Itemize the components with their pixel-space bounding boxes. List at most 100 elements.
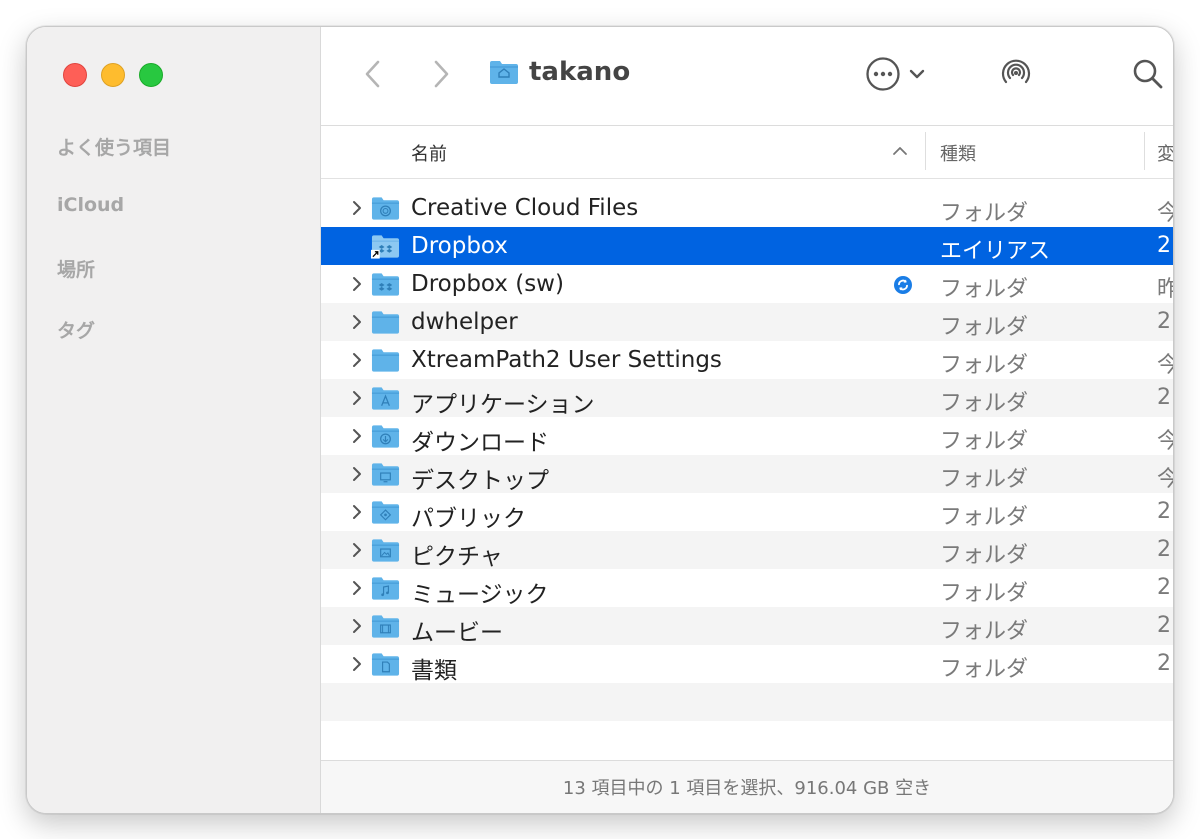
main-pane: takano 名前 種類 変 Creative Cloud Files フォルダ… bbox=[321, 27, 1173, 813]
file-kind: フォルダ bbox=[940, 353, 1029, 378]
file-name: ピクチャ bbox=[411, 544, 503, 570]
chevron-left-icon bbox=[365, 60, 380, 88]
file-row[interactable]: ムービー フォルダ 2 bbox=[321, 607, 1173, 646]
movies-folder-icon bbox=[371, 615, 400, 638]
file-date: 今 bbox=[1157, 347, 1173, 379]
disclosure-chevron-icon[interactable] bbox=[350, 655, 364, 673]
finder-window: よく使う項目 iCloud 場所 タグ takano 名前 種類 変 Creat… bbox=[26, 26, 1174, 814]
file-row[interactable]: dwhelper フォルダ 2 bbox=[321, 303, 1173, 341]
file-name: パブリック bbox=[411, 506, 526, 532]
file-name: XtreamPath2 User Settings bbox=[411, 347, 722, 373]
file-kind: フォルダ bbox=[940, 315, 1029, 340]
ellipsis-circle-icon bbox=[866, 57, 900, 91]
file-kind: フォルダ bbox=[940, 581, 1029, 606]
pictures-folder-icon bbox=[371, 539, 400, 562]
file-row[interactable]: Dropbox エイリアス 2 bbox=[321, 227, 1173, 265]
file-row[interactable]: Dropbox (sw) フォルダ 昨 bbox=[321, 265, 1173, 303]
more-actions-button[interactable] bbox=[859, 55, 933, 93]
dropbox-folder-icon bbox=[371, 273, 400, 296]
file-name: Dropbox (sw) bbox=[411, 271, 564, 297]
back-button[interactable] bbox=[357, 57, 389, 91]
zoom-button[interactable] bbox=[139, 63, 163, 87]
file-kind: フォルダ bbox=[940, 505, 1029, 530]
file-name: Creative Cloud Files bbox=[411, 195, 639, 221]
disclosure-chevron-icon[interactable] bbox=[350, 275, 364, 293]
file-date: 今 bbox=[1157, 195, 1173, 227]
disclosure-chevron-icon[interactable] bbox=[350, 465, 364, 483]
file-name: ミュージック bbox=[411, 582, 549, 608]
file-kind: フォルダ bbox=[940, 467, 1029, 492]
forward-button[interactable] bbox=[425, 57, 457, 91]
disclosure-chevron-icon[interactable] bbox=[350, 199, 364, 217]
close-button[interactable] bbox=[63, 63, 87, 87]
sidebar-section-favorites[interactable]: よく使う項目 bbox=[57, 133, 171, 160]
disclosure-chevron-icon[interactable] bbox=[350, 351, 364, 369]
file-row[interactable]: パブリック フォルダ 2 bbox=[321, 493, 1173, 532]
file-row[interactable]: デスクトップ フォルダ 今 bbox=[321, 455, 1173, 494]
desktop-folder-icon bbox=[371, 463, 400, 486]
file-name: ダウンロード bbox=[411, 430, 549, 456]
airdrop-icon bbox=[1001, 59, 1031, 84]
column-divider[interactable] bbox=[925, 132, 926, 170]
applications-folder-icon bbox=[371, 387, 400, 410]
disclosure-chevron-icon[interactable] bbox=[350, 389, 364, 407]
sync-icon bbox=[894, 276, 912, 294]
search-button[interactable] bbox=[1129, 55, 1167, 93]
sidebar-section-locations[interactable]: 場所 bbox=[57, 255, 95, 282]
status-text: 13 項目中の 1 項目を選択、916.04 GB 空き bbox=[562, 778, 932, 799]
cc-folder-icon bbox=[371, 197, 400, 220]
file-date: 今 bbox=[1157, 461, 1173, 493]
downloads-folder-icon bbox=[371, 425, 400, 448]
column-date-header[interactable]: 変 bbox=[1157, 140, 1173, 166]
sidebar: よく使う項目 iCloud 場所 タグ bbox=[27, 27, 321, 813]
documents-folder-icon bbox=[371, 653, 400, 676]
home-folder-icon bbox=[490, 61, 518, 84]
status-bar: 13 項目中の 1 項目を選択、916.04 GB 空き bbox=[321, 760, 1173, 813]
file-row[interactable]: ピクチャ フォルダ 2 bbox=[321, 531, 1173, 570]
file-kind: フォルダ bbox=[940, 391, 1029, 416]
music-folder-icon bbox=[371, 577, 400, 600]
disclosure-chevron-icon[interactable] bbox=[350, 313, 364, 331]
file-list: Creative Cloud Filesフォルダ今Dropboxエイリアス2Dr… bbox=[321, 189, 1173, 721]
file-name: 書類 bbox=[411, 658, 457, 684]
disclosure-chevron-icon[interactable] bbox=[350, 541, 364, 559]
airdrop-button[interactable] bbox=[997, 55, 1035, 93]
file-name: dwhelper bbox=[411, 309, 518, 335]
sidebar-section-icloud[interactable]: iCloud bbox=[57, 194, 124, 216]
file-name: デスクトップ bbox=[411, 468, 549, 494]
file-date: 昨 bbox=[1157, 271, 1173, 303]
disclosure-chevron-icon[interactable] bbox=[350, 579, 364, 597]
window-title-text: takano bbox=[529, 57, 631, 87]
file-date: 2 bbox=[1157, 575, 1171, 600]
file-date: 2 bbox=[1157, 233, 1171, 258]
disclosure-chevron-icon[interactable] bbox=[350, 503, 364, 521]
file-kind: フォルダ bbox=[940, 277, 1029, 302]
file-kind: フォルダ bbox=[940, 201, 1029, 226]
sort-ascending-icon[interactable] bbox=[892, 144, 908, 158]
disclosure-chevron-icon[interactable] bbox=[350, 427, 364, 445]
file-row[interactable]: ミュージック フォルダ 2 bbox=[321, 569, 1173, 608]
column-divider[interactable] bbox=[1144, 132, 1145, 170]
file-row[interactable]: Creative Cloud Files フォルダ 今 bbox=[321, 189, 1173, 227]
column-kind-header[interactable]: 種類 bbox=[940, 140, 976, 166]
file-date: 2 bbox=[1157, 537, 1171, 562]
file-name: Dropbox bbox=[411, 233, 508, 259]
minimize-button[interactable] bbox=[101, 63, 125, 87]
public-folder-icon bbox=[371, 501, 400, 524]
file-kind: フォルダ bbox=[940, 543, 1029, 568]
file-date: 2 bbox=[1157, 651, 1171, 676]
empty-row bbox=[321, 683, 1173, 721]
chevron-right-icon bbox=[434, 60, 449, 88]
file-kind: フォルダ bbox=[940, 657, 1029, 682]
column-name-header[interactable]: 名前 bbox=[411, 140, 447, 166]
disclosure-chevron-icon[interactable] bbox=[350, 617, 364, 635]
file-row[interactable]: ダウンロード フォルダ 今 bbox=[321, 417, 1173, 456]
file-row[interactable]: アプリケーション フォルダ 2 bbox=[321, 379, 1173, 418]
file-row[interactable]: XtreamPath2 User Settings フォルダ 今 bbox=[321, 341, 1173, 379]
sidebar-section-tags[interactable]: タグ bbox=[57, 316, 95, 343]
file-date: 2 bbox=[1157, 499, 1171, 524]
folder-icon bbox=[371, 311, 400, 334]
file-date: 今 bbox=[1157, 423, 1173, 455]
file-row[interactable]: 書類 フォルダ 2 bbox=[321, 645, 1173, 684]
window-title: takano bbox=[489, 57, 630, 87]
